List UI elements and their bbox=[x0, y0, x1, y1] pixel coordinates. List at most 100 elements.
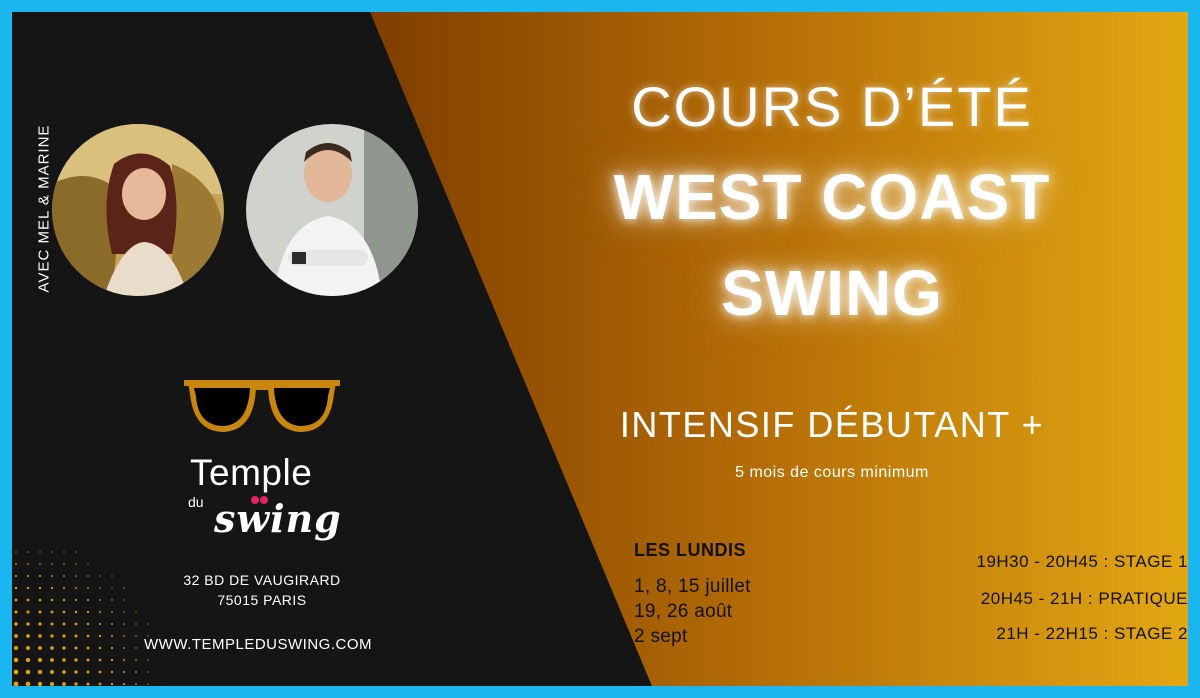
address-line-1: 32 BD DE VAUGIRARD bbox=[183, 572, 341, 588]
pattern-dot bbox=[37, 657, 43, 663]
pattern-dot bbox=[87, 563, 89, 565]
poster-card: AVEC MEL & MARINE Temple du swing 32 BD … bbox=[12, 12, 1188, 686]
pattern-dot bbox=[123, 599, 125, 601]
brand-heart-dots bbox=[251, 496, 268, 504]
date-line: 19, 26 août bbox=[634, 601, 733, 622]
pattern-dot bbox=[39, 551, 41, 553]
pattern-dot bbox=[111, 587, 113, 589]
pattern-dot bbox=[15, 563, 17, 565]
pattern-dot bbox=[26, 634, 30, 638]
pattern-dot bbox=[86, 634, 90, 638]
pattern-dot bbox=[75, 587, 77, 589]
brand-swing: swing bbox=[214, 496, 342, 541]
pattern-dot bbox=[99, 599, 101, 601]
pattern-dot bbox=[50, 658, 54, 662]
pattern-dot bbox=[38, 634, 42, 638]
pattern-dot bbox=[75, 551, 77, 553]
pattern-dot bbox=[74, 610, 78, 614]
subtitle-intensif: INTENSIF DÉBUTANT + bbox=[619, 404, 1045, 445]
pattern-dot bbox=[86, 622, 90, 626]
pattern-dot bbox=[147, 623, 149, 625]
date-line: 2 sept bbox=[634, 626, 688, 647]
avatar-woman bbox=[52, 124, 224, 296]
pattern-dot bbox=[123, 659, 125, 661]
pattern-dot bbox=[87, 599, 89, 601]
pattern-dot bbox=[63, 575, 65, 577]
address-line-2: 75015 PARIS bbox=[217, 592, 307, 608]
pattern-dot bbox=[111, 623, 113, 625]
pattern-dot bbox=[62, 598, 66, 602]
pattern-dot bbox=[86, 646, 90, 650]
pattern-dot bbox=[13, 645, 19, 651]
pattern-dot bbox=[51, 563, 53, 565]
pattern-dot bbox=[38, 598, 42, 602]
title-west-coast: WEST COAST bbox=[613, 161, 1051, 233]
pattern-dot bbox=[14, 574, 18, 578]
avatar-man bbox=[246, 124, 418, 296]
pattern-dot bbox=[99, 575, 101, 577]
pattern-dot bbox=[50, 610, 54, 614]
pattern-dot bbox=[147, 659, 149, 661]
pattern-dot bbox=[135, 611, 137, 613]
pattern-dot bbox=[74, 598, 78, 602]
pattern-dot bbox=[38, 586, 42, 590]
pattern-dot bbox=[123, 587, 125, 589]
pattern-dot bbox=[39, 563, 41, 565]
pattern-dot bbox=[13, 657, 19, 663]
pattern-dot bbox=[123, 611, 125, 613]
pattern-dot bbox=[98, 646, 102, 650]
pattern-dot bbox=[49, 681, 55, 686]
pattern-dot bbox=[27, 551, 29, 553]
days-title: LES LUNDIS bbox=[634, 540, 747, 560]
pattern-dot bbox=[37, 669, 43, 675]
pattern-dot bbox=[39, 575, 41, 577]
pattern-dot bbox=[38, 622, 42, 626]
pattern-dot bbox=[147, 683, 149, 685]
pattern-dot bbox=[62, 646, 66, 650]
pattern-dot bbox=[62, 586, 66, 590]
pattern-dot bbox=[75, 563, 77, 565]
pattern-dot bbox=[25, 669, 31, 675]
pattern-dot bbox=[51, 575, 53, 577]
dates-list: 1, 8, 15 juillet 19, 26 août 2 sept bbox=[634, 574, 751, 649]
hosts-label: AVEC MEL & MARINE bbox=[35, 124, 53, 293]
pattern-dot bbox=[98, 682, 102, 686]
pattern-dot bbox=[147, 671, 149, 673]
pattern-dot bbox=[111, 575, 113, 577]
pattern-dot bbox=[135, 623, 137, 625]
pattern-dot bbox=[50, 598, 54, 602]
pattern-dot bbox=[62, 682, 66, 686]
pattern-dot bbox=[87, 575, 89, 577]
pattern-dot bbox=[25, 645, 31, 651]
pattern-dot bbox=[135, 659, 137, 661]
pattern-dot bbox=[74, 634, 78, 638]
pattern-dot bbox=[110, 658, 114, 662]
pattern-dot bbox=[27, 563, 29, 565]
pattern-dot bbox=[15, 551, 17, 553]
pattern-dot bbox=[135, 671, 137, 673]
pattern-dot bbox=[50, 670, 54, 674]
pattern-dot bbox=[14, 586, 18, 590]
website-link[interactable]: WWW.TEMPLEDUSWING.COM bbox=[108, 636, 408, 653]
pattern-dot bbox=[123, 623, 125, 625]
pattern-dot bbox=[75, 575, 77, 577]
pattern-dot bbox=[98, 634, 102, 638]
pattern-dot bbox=[74, 670, 78, 674]
pattern-dot bbox=[99, 611, 101, 613]
pattern-dot bbox=[74, 622, 78, 626]
pattern-dot bbox=[123, 671, 125, 673]
minimum-note: 5 mois de cours minimum bbox=[735, 464, 929, 481]
pattern-dot bbox=[62, 622, 66, 626]
pattern-dot bbox=[26, 586, 30, 590]
schedule-line-2: 20H45 - 21H : PRATIQUE bbox=[980, 589, 1188, 608]
pattern-dot bbox=[110, 682, 114, 686]
pattern-dot bbox=[50, 622, 54, 626]
pattern-dot bbox=[50, 586, 54, 590]
pattern-dot bbox=[63, 551, 65, 553]
pattern-dot bbox=[13, 669, 19, 675]
pattern-dot bbox=[74, 682, 78, 686]
pattern-dot bbox=[98, 622, 102, 626]
pattern-dot bbox=[50, 646, 54, 650]
title-swing: SWING bbox=[721, 257, 943, 329]
pattern-dot bbox=[99, 587, 101, 589]
